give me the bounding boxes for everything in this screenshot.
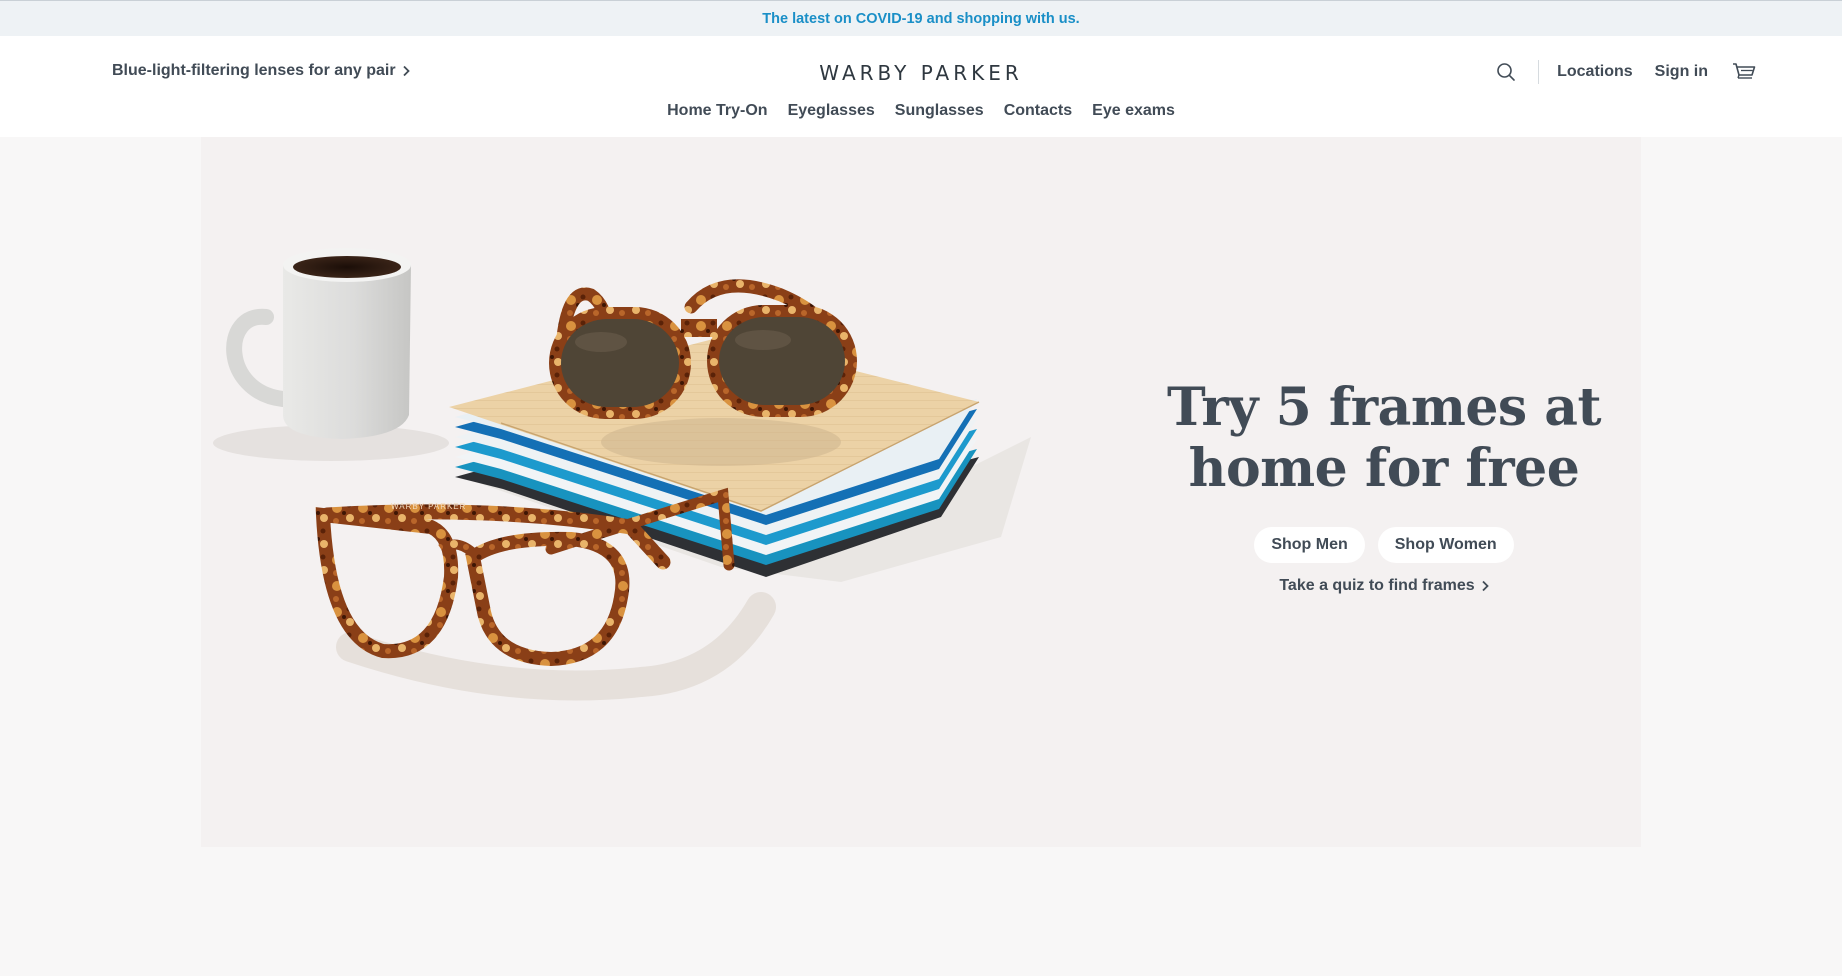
hero-title: Try 5 frames at home for free [1156,377,1612,499]
header-utilities: Locations Sign in [1494,56,1756,88]
hero-title-line-1: Try 5 frames at [1166,377,1602,438]
nav-item-home-try-on[interactable]: Home Try-On [667,102,767,120]
search-icon [1497,63,1515,81]
hero-copy: Try 5 frames at home for free Shop Men S… [1156,377,1612,595]
main-nav: Home Try-On Eyeglasses Sunglasses Contac… [0,102,1842,120]
shop-women-button[interactable]: Shop Women [1377,527,1514,563]
quiz-link-label: Take a quiz to find frames [1279,577,1475,594]
hero-banner: WARBY PARKER Try 5 frames at home for fr… [201,137,1641,847]
cart-icon [1733,63,1756,79]
hero-product-image [213,248,1031,701]
below-fold-area [0,847,1842,976]
nav-item-eyeglasses[interactable]: Eyeglasses [788,102,875,120]
hero-cta-row: Shop Men Shop Women [1156,527,1612,563]
nav-item-sunglasses[interactable]: Sunglasses [895,102,984,120]
locations-link[interactable]: Locations [1557,63,1633,81]
covid-announcement-link[interactable]: The latest on COVID-19 and shopping with… [762,11,1079,27]
nav-item-eye-exams[interactable]: Eye exams [1092,102,1175,120]
signin-link[interactable]: Sign in [1655,63,1708,81]
shop-men-button[interactable]: Shop Men [1254,527,1365,563]
header-divider [1538,60,1540,84]
glasses-temple-print: WARBY PARKER [391,502,467,511]
site-header: Blue-light-filtering lenses for any pair… [0,36,1842,137]
nav-item-contacts[interactable]: Contacts [1004,102,1072,120]
search-button[interactable] [1494,60,1518,84]
chevron-right-icon [1482,580,1489,592]
cart-button[interactable] [1732,60,1756,84]
quiz-link[interactable]: Take a quiz to find frames [1279,577,1489,595]
announcement-bar: The latest on COVID-19 and shopping with… [0,0,1842,36]
hero-title-line-2: home for free [1188,438,1580,499]
